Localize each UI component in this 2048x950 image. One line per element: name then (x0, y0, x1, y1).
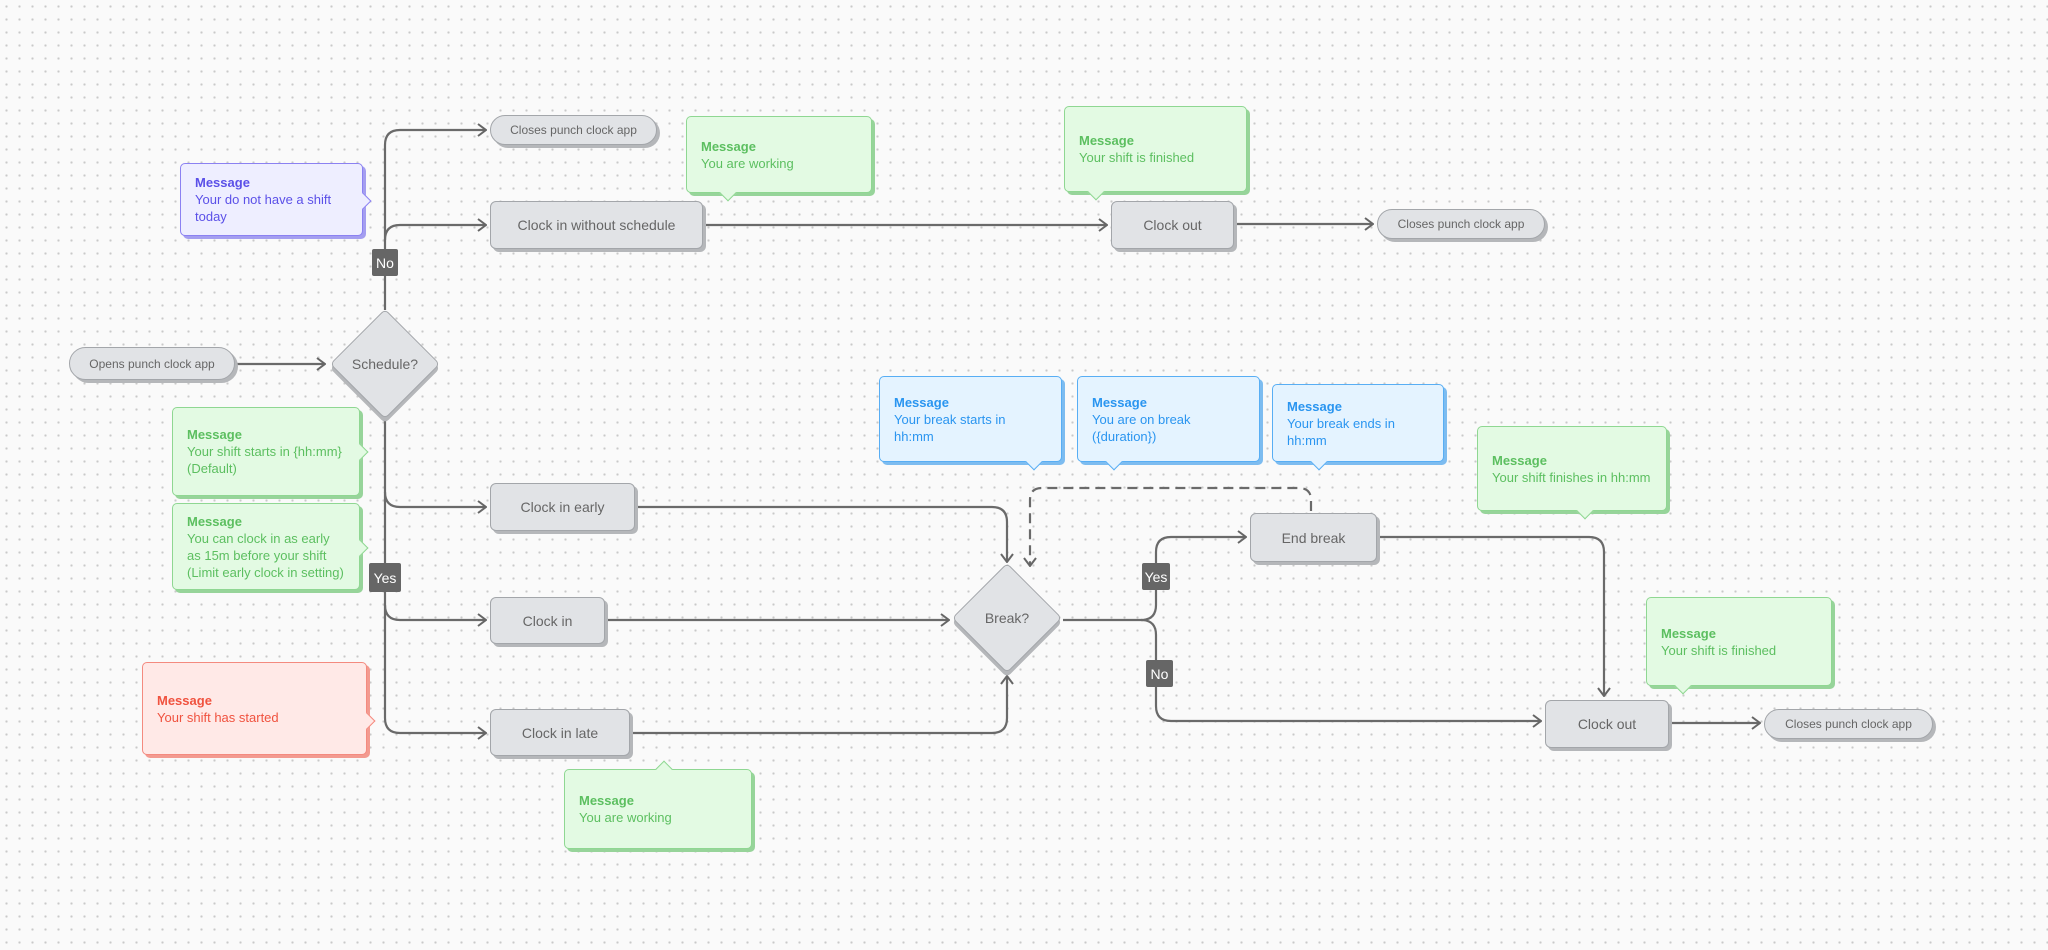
no-label-top: No (372, 249, 398, 276)
break-decision-label: Break? (984, 610, 1030, 626)
no-label-right: No (1146, 660, 1173, 687)
clock-out-top-node[interactable]: Clock out (1111, 201, 1234, 249)
clock-in-late-node[interactable]: Clock in late (490, 709, 630, 756)
message-text: Your break ends in hh:mm (1287, 415, 1395, 448)
message-title: Message (579, 793, 634, 808)
message-on-break: Message You are on break ({duration}) (1077, 376, 1260, 471)
message-you-are-working-top: Message You are working (686, 116, 872, 202)
message-text: Your shift starts in {hh:mm} (187, 444, 342, 459)
yes-label-right: Yes (1142, 563, 1170, 590)
message-no-shift-today: Message Your do not have a shift today (180, 163, 372, 236)
message-title: Message (1092, 394, 1147, 410)
message-title: Message (701, 138, 756, 154)
end-break-node[interactable]: End break (1250, 513, 1377, 562)
message-title: Message (187, 513, 242, 529)
edge-early-to-break (635, 505, 1007, 562)
clock-in-without-schedule-node[interactable]: Clock in without schedule (490, 201, 703, 249)
message-you-are-working-bottom: Message You are working (564, 760, 752, 849)
message-text: You are on break ({duration}) (1092, 411, 1191, 444)
message-break-starts-in: Message Your break starts in hh:mm (879, 376, 1062, 471)
message-clock-in-early-limit: Message You can clock in as early as 15m… (172, 503, 369, 590)
message-text: Your do not have a shift today (195, 192, 332, 224)
message-title: Message (195, 175, 250, 190)
clock-in-node[interactable]: Clock in (490, 597, 605, 644)
message-title: Message (187, 427, 242, 442)
message-shift-has-started: Message Your shift has started (142, 662, 376, 755)
clock-out-bottom-node[interactable]: Clock out (1545, 700, 1669, 748)
edge-yes-early (383, 491, 486, 507)
message-title: Message (1287, 398, 1342, 414)
message-text: (Limit early clock in setting) (187, 564, 344, 580)
schedule-decision-label: Schedule? (351, 356, 419, 372)
message-title: Message (894, 394, 949, 410)
edge-yes-clockin (383, 604, 486, 620)
end-closes-punch-clock-app-top[interactable]: Closes punch clock app (490, 115, 657, 145)
message-shift-finishes-in: Message Your shift finishes in hh:mm (1477, 426, 1667, 520)
message-text: as 15m before your shift (187, 547, 327, 563)
message-shift-starts-in: Message Your shift starts in {hh:mm} (De… (172, 407, 369, 496)
message-shift-finished-top: Message Your shift is finished (1064, 106, 1247, 201)
message-text: You are working (701, 155, 794, 171)
yes-label-left: Yes (369, 563, 401, 592)
message-text: (Default) (187, 461, 237, 476)
end-closes-punch-clock-app-right[interactable]: Closes punch clock app (1377, 209, 1545, 239)
message-title: Message (157, 692, 212, 708)
edge-late-to-break (630, 676, 1007, 735)
clock-in-early-node[interactable]: Clock in early (490, 483, 635, 531)
message-text: Your break starts in hh:mm (894, 411, 1006, 444)
message-text: Your shift is finished (1079, 150, 1195, 165)
message-text: You are working (579, 810, 672, 825)
message-title: Message (1079, 133, 1134, 148)
edge-endbreak-to-clockout (1377, 535, 1604, 696)
message-text: You can clock in as early (187, 530, 330, 546)
message-text: Your shift is finished (1661, 642, 1777, 658)
message-title: Message (1492, 452, 1547, 468)
start-opens-punch-clock-app[interactable]: Opens punch clock app (69, 347, 235, 380)
message-shift-finished-bottom: Message Your shift is finished (1646, 597, 1832, 695)
edge-schedule-no-clockin-without (383, 225, 486, 241)
edge-break-no (1140, 618, 1541, 721)
edge-schedule-no-closes (383, 130, 486, 310)
message-text: Your shift has started (157, 709, 279, 725)
message-title: Message (1661, 625, 1716, 641)
message-text: Your shift finishes in hh:mm (1492, 469, 1651, 485)
end-closes-punch-clock-app-bottom[interactable]: Closes punch clock app (1764, 709, 1933, 739)
message-break-ends-in: Message Your break ends in hh:mm (1272, 384, 1444, 471)
